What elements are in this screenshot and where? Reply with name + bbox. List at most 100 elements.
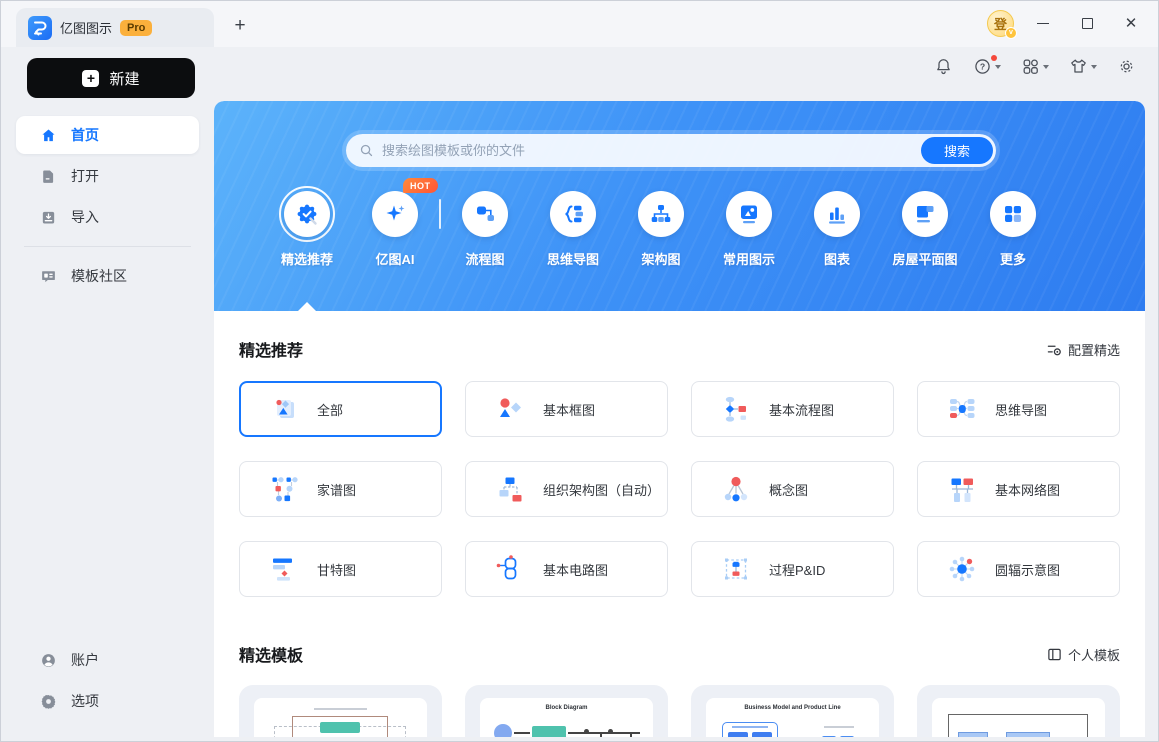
process-pid-icon [725,558,747,580]
account-icon [42,653,55,667]
thumb-shape [958,732,988,737]
minimize-button[interactable] [1028,9,1058,37]
new-document-button[interactable]: + 新建 [27,58,195,98]
card-concept-map[interactable]: 概念图 [691,461,894,517]
card-gantt[interactable]: 甘特图 [239,541,442,597]
concept-map-icon [724,476,748,502]
sidebar: + 新建 首页 打开 导入 模板社区 账户 选项 [1,47,214,741]
card-all[interactable]: 全部 [239,381,442,437]
radial-diagram-icon [949,556,975,582]
thumb-shape [728,732,748,737]
more-grid-icon [1005,206,1021,222]
category-label: 房屋平面图 [892,252,958,267]
thumb-shape [630,733,632,737]
selected-category-notch [298,302,316,311]
thumb-shape [494,724,512,737]
org-chart-auto-icon [499,477,522,502]
card-label: 基本电路图 [543,562,609,578]
ai-sparkle-icon [386,205,405,221]
layout-icon [1048,648,1061,660]
card-label: 基本网络图 [995,482,1061,498]
all-templates-icon [276,399,294,418]
bar-chart-icon [829,207,845,224]
org-tree-icon [651,205,671,222]
mindmap-card-icon [950,399,975,418]
sidebar-item-import[interactable]: 导入 [16,198,199,236]
card-family-tree[interactable]: 家谱图 [239,461,442,517]
main-content: 搜索 精选推荐 HOT 亿图AI [214,101,1145,737]
sidebar-item-open[interactable]: 打开 [16,157,199,195]
new-tab-button[interactable]: + [225,11,255,41]
category-architecture[interactable]: 架构图 [617,186,705,268]
app-tab[interactable]: 亿图图示 Pro [16,8,214,47]
search-input[interactable] [382,143,921,158]
toolbar: ? [934,55,1136,76]
apps-button[interactable] [1021,57,1049,76]
thumb-shape [732,726,768,728]
template-thumb-2[interactable]: Block Diagram [465,685,668,737]
help-button[interactable]: ? [973,55,1001,76]
card-label: 概念图 [769,482,809,498]
sidebar-item-label: 模板社区 [71,268,127,284]
svg-text:?: ? [980,62,985,72]
theme-button[interactable] [1069,57,1097,76]
card-radial-diagram[interactable]: 圆辐示意图 [917,541,1120,597]
category-flowchart[interactable]: 流程图 [441,186,529,268]
card-label: 基本流程图 [769,402,835,418]
personal-templates-link[interactable]: 个人模板 [1047,645,1120,664]
card-org-chart-auto[interactable]: 组织架构图（自动） [465,461,668,517]
close-button[interactable]: ✕ [1116,9,1146,37]
category-label: 常用图示 [722,252,775,267]
category-common-diagrams[interactable]: 常用图示 [705,186,793,268]
template-thumb-3[interactable]: Business Model and Product Line [691,685,894,737]
chevron-down-icon [1091,64,1097,69]
category-label: 思维导图 [546,252,599,267]
category-more[interactable]: 更多 [969,186,1057,268]
template-thumb-1[interactable] [239,685,442,737]
thumb-shape [320,722,360,733]
sidebar-item-account[interactable]: 账户 [16,641,199,679]
link-label: 个人模板 [1067,647,1120,663]
configure-featured-link[interactable]: 配置精选 [1047,340,1120,359]
category-floor-plan[interactable]: 房屋平面图 [881,186,969,268]
thumb-shape [532,726,566,737]
thumb-shape [752,732,772,737]
card-basic-circuit[interactable]: 基本电路图 [465,541,668,597]
card-process-pid[interactable]: 过程P&ID [691,541,894,597]
template-thumb-4[interactable] [917,685,1120,737]
thumb-shape [600,733,602,737]
search-button[interactable]: 搜索 [921,137,993,164]
category-ai[interactable]: HOT 亿图AI [351,178,439,268]
app-title: 亿图图示 [60,21,113,36]
basic-network-icon [951,478,973,502]
thumb-title: Business Model and Product Line [744,705,841,711]
category-featured[interactable]: 精选推荐 [263,186,351,268]
settings-button[interactable] [1117,57,1136,76]
search-bar: 搜索 [346,134,996,167]
card-basic-network[interactable]: 基本网络图 [917,461,1120,517]
card-basic-block[interactable]: 基本框图 [465,381,668,437]
templates-title: 精选模板 [239,648,304,665]
app-window: 亿图图示 Pro + 登 v ✕ ? + 新建 首页 打开 导入 模板社区 账户… [0,0,1159,742]
chevron-down-icon [1043,64,1049,69]
card-mindmap[interactable]: 思维导图 [917,381,1120,437]
avatar[interactable]: 登 v [987,9,1017,39]
card-label: 家谱图 [317,482,357,498]
category-charts[interactable]: 图表 [793,186,881,268]
sidebar-item-label: 导入 [71,209,99,225]
sidebar-divider [24,246,191,247]
maximize-button[interactable] [1072,9,1102,37]
floor-plan-icon [917,206,934,223]
category-mindmap[interactable]: 思维导图 [529,186,617,268]
hot-badge: HOT [403,178,438,193]
category-label: 架构图 [641,252,681,267]
card-label: 组织架构图（自动） [543,482,661,498]
thumb-title: Block Diagram [545,705,588,711]
search-icon [360,144,373,157]
plus-icon: + [82,69,100,87]
card-basic-flowchart[interactable]: 基本流程图 [691,381,894,437]
sidebar-item-home[interactable]: 首页 [16,116,199,154]
sidebar-item-template-community[interactable]: 模板社区 [16,257,199,295]
sidebar-item-options[interactable]: 选项 [16,682,199,720]
notifications-button[interactable] [934,57,953,76]
